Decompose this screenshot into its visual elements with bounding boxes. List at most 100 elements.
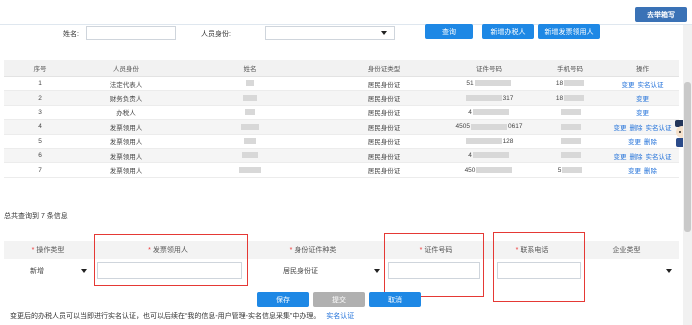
add-invoice-receiver-button[interactable]: 新增发票领用人 — [538, 24, 600, 39]
id-suffix: 317 — [502, 94, 514, 102]
highlight-box-receiver — [94, 234, 248, 286]
redacted-id — [474, 80, 511, 87]
row-role: 法定代表人 — [76, 76, 176, 92]
redacted-phone — [564, 80, 585, 87]
redacted-id — [472, 152, 509, 159]
mailbox-button[interactable]: 去举箱写 — [635, 7, 687, 22]
column-header: 身份证类型 — [324, 60, 444, 77]
name-input[interactable] — [86, 26, 176, 40]
row-id-number: 128 — [444, 134, 534, 149]
row-id-number: 4 — [444, 105, 534, 121]
row-id-number: 4505 0617 — [444, 119, 534, 135]
form-header-id-kind: * 身份证件种类 — [244, 241, 382, 259]
row-action-link[interactable]: 变更 — [614, 154, 627, 161]
required-mark: * — [31, 246, 35, 254]
row-name-redacted — [176, 134, 324, 149]
row-name-redacted — [176, 105, 324, 121]
row-role: 发票领用人 — [76, 134, 176, 149]
row-id-number: 4 — [444, 148, 534, 164]
row-name-redacted — [176, 162, 324, 178]
row-role: 财务负责人 — [76, 90, 176, 106]
redacted-phone — [560, 123, 581, 130]
id-kind-value: 居民身份证 — [283, 268, 318, 275]
row-phone — [534, 134, 606, 149]
id-prefix: 450 — [464, 166, 476, 174]
row-number: 6 — [4, 148, 76, 164]
form-header-company-type: 企业类型 — [574, 241, 679, 259]
row-name-redacted — [176, 148, 324, 164]
row-actions: 变更 删除 — [606, 162, 679, 178]
table-row: 4 发票领用人 居民身份证 4505 0617 变更 删除 实名认证 — [4, 119, 679, 135]
id-suffix: 128 — [502, 137, 514, 145]
id-suffix: 0617 — [508, 123, 523, 131]
redacted-name — [242, 152, 258, 159]
scrollbar-thumb[interactable] — [684, 82, 691, 232]
row-actions: 变更 实名认证 — [606, 76, 679, 92]
op-type-select[interactable]: 新增 — [30, 264, 92, 278]
save-button[interactable]: 保存 — [257, 292, 309, 307]
row-action-link[interactable]: 删除 — [630, 154, 643, 161]
redacted-id — [472, 109, 509, 116]
row-number: 4 — [4, 119, 76, 135]
company-type-select[interactable] — [590, 264, 677, 278]
required-mark: * — [289, 246, 293, 254]
cancel-button[interactable]: 取消 — [369, 292, 421, 307]
row-actions: 变更 — [606, 105, 679, 121]
row-name-redacted — [176, 119, 324, 135]
form-header-op-type: * 操作类型 — [4, 241, 92, 259]
redacted-phone — [562, 166, 583, 173]
column-header: 证件号码 — [444, 60, 534, 77]
personnel-table: 序号 人员身份 姓名 身份证类型 证件号码 手机号码 操作 1 法定代表人 居民身份… — [4, 60, 679, 178]
column-header: 序号 — [4, 60, 76, 77]
row-phone: 18 — [534, 76, 606, 92]
row-role: 发票领用人 — [76, 119, 176, 135]
top-bar — [0, 0, 692, 25]
add-tax-person-button[interactable]: 新增办税人 — [482, 24, 534, 39]
footer-note-text: 变更后的办税人员可以当即进行实名认证，也可以后续在“我的信息-用户管理-实名信息… — [10, 313, 321, 320]
row-action-link[interactable]: 删除 — [644, 168, 657, 175]
role-select[interactable] — [265, 26, 395, 40]
op-type-value: 新增 — [30, 268, 44, 275]
row-phone — [534, 105, 606, 121]
real-name-auth-link[interactable]: 实名认证 — [326, 313, 354, 320]
table-header-row: 序号 人员身份 姓名 身份证类型 证件号码 手机号码 操作 — [4, 60, 679, 77]
phone-prefix: 18 — [555, 94, 564, 102]
row-actions: 变更 — [606, 90, 679, 106]
row-action-link[interactable]: 实名认证 — [646, 125, 672, 132]
redacted-id — [471, 123, 507, 130]
chevron-down-icon — [381, 31, 387, 35]
submit-button[interactable]: 提交 — [313, 292, 365, 307]
row-action-link[interactable]: 删除 — [630, 125, 643, 132]
row-action-link[interactable]: 变更 — [628, 168, 641, 175]
row-name-redacted — [176, 90, 324, 106]
row-id-type: 居民身份证 — [324, 105, 444, 121]
row-action-link[interactable]: 实名认证 — [646, 154, 672, 161]
row-action-link[interactable]: 实名认证 — [638, 82, 664, 89]
phone-prefix: 5 — [557, 166, 562, 174]
row-action-link[interactable]: 变更 — [636, 96, 649, 103]
redacted-id — [476, 166, 513, 173]
table-row: 2 财务负责人 居民身份证 317 18 变更 — [4, 90, 679, 106]
name-label: 姓名: — [63, 31, 79, 38]
row-id-number: 51 — [444, 76, 534, 92]
row-action-link[interactable]: 变更 — [614, 125, 627, 132]
id-kind-select[interactable]: 居民身份证 — [283, 264, 383, 278]
row-action-link[interactable]: 变更 — [628, 139, 641, 146]
query-button[interactable]: 查询 — [425, 24, 473, 39]
row-action-link[interactable]: 变更 — [636, 110, 649, 117]
highlight-box-phone — [493, 232, 585, 302]
row-phone: 5 — [534, 162, 606, 178]
row-id-type: 居民身份证 — [324, 148, 444, 164]
row-phone — [534, 119, 606, 135]
table-row: 6 发票领用人 居民身份证 4 变更 删除 实名认证 — [4, 148, 679, 164]
row-id-number: 317 — [444, 90, 534, 106]
row-action-link[interactable]: 变更 — [622, 82, 635, 89]
id-prefix: 4 — [468, 152, 472, 160]
row-action-link[interactable]: 删除 — [644, 139, 657, 146]
redacted-phone — [560, 138, 581, 145]
redacted-phone — [560, 109, 581, 116]
id-prefix: 4505 — [455, 123, 470, 131]
chevron-down-icon — [666, 269, 672, 273]
role-label: 人员身份: — [201, 31, 231, 38]
row-id-type: 居民身份证 — [324, 119, 444, 135]
